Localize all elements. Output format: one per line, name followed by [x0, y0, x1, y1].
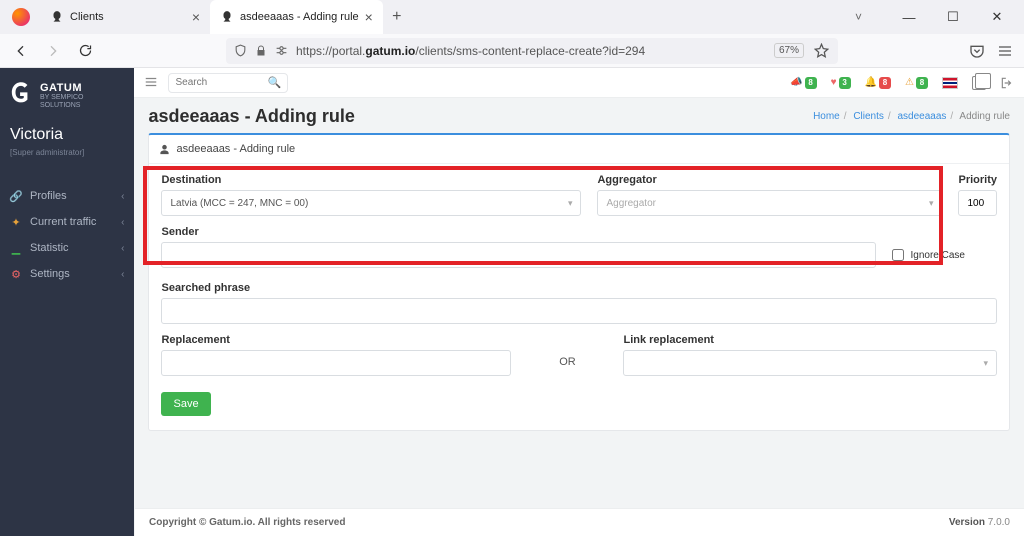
- sidebar-item-label: Statistic: [30, 242, 69, 254]
- notif-badge-1[interactable]: 📣8: [790, 77, 816, 89]
- panel: asdeeaaas - Adding rule Destination Latv…: [148, 133, 1010, 431]
- tab-title: Clients: [70, 11, 104, 23]
- gear-icon: ⚙: [10, 268, 22, 280]
- sidebar-item-label: Settings: [30, 268, 70, 280]
- tabs-dropdown-icon[interactable]: ˅: [855, 0, 862, 34]
- search-input[interactable]: [175, 77, 255, 88]
- label-priority: Priority: [958, 174, 997, 186]
- label-searched-phrase: Searched phrase: [161, 282, 997, 294]
- notif-badge-3[interactable]: 🔔8: [865, 77, 891, 89]
- label-sender: Sender: [161, 226, 876, 238]
- sender-input[interactable]: [161, 242, 876, 268]
- search-box[interactable]: 🔍: [168, 73, 288, 93]
- label-replacement: Replacement: [161, 334, 511, 346]
- notif-badge-2[interactable]: ♥3: [831, 77, 851, 89]
- destination-select[interactable]: Latvia (MCC = 247, MNC = 00): [161, 190, 581, 216]
- chevron-left-icon: ‹: [121, 269, 124, 280]
- sidebar-item-label: Current traffic: [30, 216, 96, 228]
- link-replacement-select[interactable]: [623, 350, 997, 376]
- brand-name: GATUM: [40, 82, 124, 94]
- aggregator-select[interactable]: Aggregator: [597, 190, 942, 216]
- user-icon: [159, 144, 170, 155]
- new-tab-button[interactable]: +: [383, 0, 411, 34]
- user-role: [Super administrator]: [10, 148, 124, 157]
- firefox-logo-icon: [12, 8, 30, 26]
- favicon-icon: [50, 10, 64, 24]
- sidebar-item-settings[interactable]: ⚙ Settings ‹: [0, 261, 134, 287]
- back-button[interactable]: [10, 40, 32, 62]
- chart-icon: ▁: [10, 242, 22, 254]
- reload-button[interactable]: [74, 40, 96, 62]
- hamburger-icon[interactable]: [144, 75, 160, 91]
- footer-version: Version 7.0.0: [949, 517, 1010, 528]
- chevron-left-icon: ‹: [121, 217, 124, 228]
- link-icon: 🔗: [10, 190, 22, 202]
- footer-copyright: Copyright © Gatum.io. All rights reserve…: [149, 517, 345, 528]
- permissions-icon[interactable]: [275, 44, 288, 57]
- sidebar-item-profiles[interactable]: 🔗 Profiles ‹: [0, 183, 134, 209]
- sidebar: GATUM BY SEMPICO SOLUTIONS Victoria [Sup…: [0, 68, 134, 536]
- language-flag-icon[interactable]: [942, 77, 958, 89]
- crumb-current: Adding rule: [959, 111, 1010, 122]
- brand: GATUM BY SEMPICO SOLUTIONS: [0, 76, 134, 120]
- notif-badge-4[interactable]: ⚠8: [905, 77, 928, 89]
- fullscreen-icon[interactable]: [972, 76, 986, 90]
- brand-logo-icon: [10, 82, 32, 110]
- window-minimize-button[interactable]: —: [896, 10, 922, 25]
- searched-phrase-input[interactable]: [161, 298, 997, 324]
- replacement-input[interactable]: [161, 350, 511, 376]
- save-button[interactable]: Save: [161, 392, 210, 416]
- sidebar-item-current-traffic[interactable]: ✦ Current traffic ‹: [0, 209, 134, 235]
- user-name: Victoria: [10, 126, 124, 144]
- url-text: https://portal.gatum.io/clients/sms-cont…: [296, 44, 766, 58]
- window-maximize-button[interactable]: ☐: [940, 9, 966, 25]
- label-link-replacement: Link replacement: [623, 334, 997, 346]
- menu-icon[interactable]: [996, 42, 1014, 60]
- ignore-case-checkbox[interactable]: Ignore Case: [892, 242, 964, 268]
- label-destination: Destination: [161, 174, 581, 186]
- panel-header: asdeeaaas - Adding rule: [149, 135, 1009, 164]
- browser-tab-clients[interactable]: Clients ×: [40, 0, 210, 34]
- page-title: asdeeaaas - Adding rule: [148, 106, 354, 127]
- window-close-button[interactable]: ✕: [984, 9, 1010, 25]
- breadcrumb: Home/ Clients/ asdeeaaas/ Adding rule: [813, 111, 1010, 122]
- footer: Copyright © Gatum.io. All rights reserve…: [135, 508, 1024, 536]
- favicon-icon: [220, 10, 234, 24]
- crumb-clients[interactable]: Clients: [853, 111, 884, 122]
- label-ignore-case: Ignore Case: [910, 250, 964, 261]
- crumb-home[interactable]: Home: [813, 111, 840, 122]
- topbar: 🔍 📣8 ♥3 🔔8 ⚠8: [134, 68, 1024, 98]
- traffic-icon: ✦: [10, 216, 22, 228]
- or-separator: OR: [527, 334, 607, 376]
- sidebar-item-statistic[interactable]: ▁ Statistic ‹: [0, 235, 134, 261]
- tab-title: asdeeaaas - Adding rule: [240, 11, 359, 23]
- brand-subtitle: BY SEMPICO SOLUTIONS: [40, 94, 124, 109]
- zoom-level[interactable]: 67%: [774, 43, 804, 58]
- browser-tab-adding-rule[interactable]: asdeeaaas - Adding rule ×: [210, 0, 383, 34]
- address-bar[interactable]: https://portal.gatum.io/clients/sms-cont…: [226, 38, 838, 64]
- lock-icon[interactable]: [255, 45, 267, 57]
- shield-icon[interactable]: [234, 44, 247, 57]
- pocket-icon[interactable]: [968, 42, 986, 60]
- chevron-left-icon: ‹: [121, 191, 124, 202]
- label-aggregator: Aggregator: [597, 174, 942, 186]
- crumb-client[interactable]: asdeeaaas: [897, 111, 946, 122]
- bookmark-star-icon[interactable]: [812, 42, 830, 60]
- search-icon[interactable]: 🔍: [268, 76, 282, 89]
- sidebar-item-label: Profiles: [30, 190, 67, 202]
- close-icon[interactable]: ×: [192, 9, 200, 25]
- panel-title: asdeeaaas - Adding rule: [176, 143, 295, 155]
- logout-icon[interactable]: [1000, 76, 1014, 90]
- close-icon[interactable]: ×: [365, 9, 373, 25]
- chevron-left-icon: ‹: [121, 243, 124, 254]
- forward-button[interactable]: [42, 40, 64, 62]
- priority-input[interactable]: [958, 190, 997, 216]
